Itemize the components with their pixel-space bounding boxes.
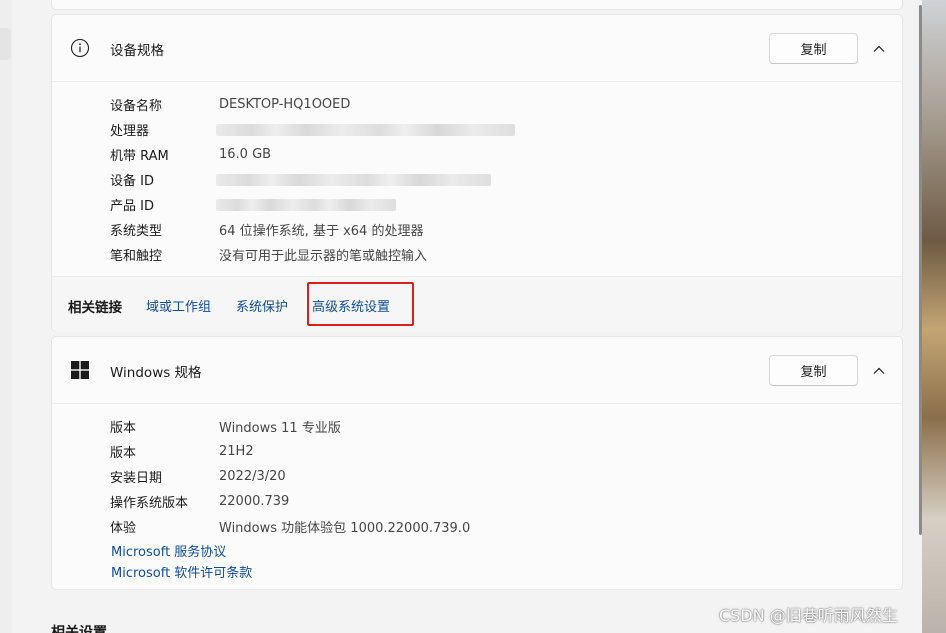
watermark-text: CSDN @旧巷听雨风然生	[719, 606, 898, 625]
redacted-value	[216, 198, 396, 211]
chevron-up-icon[interactable]	[870, 362, 888, 380]
info-icon	[70, 38, 90, 58]
spec-value: 16.0 GB	[219, 147, 272, 162]
microsoft-links: Microsoft 服务协议 Microsoft 软件许可条款	[111, 540, 252, 582]
spec-row-edition: 版本 Windows 11 专业版	[110, 414, 470, 439]
spec-value: DESKTOP-HQ1OOED	[219, 97, 351, 112]
spec-value: 21H2	[219, 444, 254, 459]
redacted-value	[216, 173, 491, 186]
spec-key: 机带 RAM	[110, 149, 169, 164]
spec-row-install-date: 安装日期 2022/3/20	[110, 464, 470, 489]
spec-key: 设备 ID	[110, 174, 154, 189]
previous-card	[51, 0, 903, 10]
highlight-annotation-box	[307, 282, 414, 326]
redacted-value	[216, 123, 515, 136]
nav-pane-edge	[0, 0, 12, 633]
system-protection-link[interactable]: 系统保护	[236, 296, 288, 315]
spec-key: 笔和触控	[110, 249, 163, 264]
spec-row-pen-touch: 笔和触控 没有可用于此显示器的笔或触控输入	[110, 242, 515, 267]
windows-spec-rows: 版本 Windows 11 专业版 版本 21H2 安装日期 2022/3/20…	[110, 414, 470, 539]
microsoft-services-agreement-link[interactable]: Microsoft 服务协议	[111, 540, 252, 561]
microsoft-license-terms-link[interactable]: Microsoft 软件许可条款	[111, 561, 252, 582]
spec-key: 版本	[110, 421, 137, 436]
related-links-bar: 相关链接 域或工作组 系统保护 高级系统设置	[52, 276, 902, 332]
spec-key: 处理器	[110, 124, 150, 139]
chevron-up-icon[interactable]	[870, 40, 888, 58]
spec-key: 版本	[110, 446, 137, 461]
spec-row-version: 版本 21H2	[110, 439, 470, 464]
device-spec-rows: 设备名称 DESKTOP-HQ1OOED 处理器 机带 RAM 16.0 GB …	[110, 92, 515, 267]
spec-key: 产品 ID	[110, 199, 154, 214]
spec-value: 2022/3/20	[219, 469, 286, 484]
copy-windows-spec-button[interactable]: 复制	[769, 355, 858, 386]
spec-row-os-build: 操作系统版本 22000.739	[110, 489, 470, 514]
device-spec-title: 设备规格	[110, 43, 164, 59]
spec-value: Windows 功能体验包 1000.22000.739.0	[219, 521, 471, 536]
nav-selected-indicator	[0, 28, 11, 60]
spec-row-device-name: 设备名称 DESKTOP-HQ1OOED	[110, 92, 515, 117]
windows-spec-header[interactable]: Windows 规格 复制	[52, 337, 902, 404]
spec-value: Windows 11 专业版	[219, 421, 341, 436]
spec-key: 体验	[110, 521, 137, 536]
spec-key: 设备名称	[110, 99, 163, 114]
windows-spec-card: Windows 规格 复制 版本 Windows 11 专业版 版本 21H2 …	[51, 336, 903, 590]
domain-workgroup-link[interactable]: 域或工作组	[146, 296, 211, 315]
spec-row-system-type: 系统类型 64 位操作系统, 基于 x64 的处理器	[110, 217, 515, 242]
spec-row-processor: 处理器	[110, 117, 515, 142]
copy-device-spec-button[interactable]: 复制	[769, 33, 858, 64]
related-links-label: 相关链接	[68, 300, 122, 316]
related-settings-heading: 相关设置	[51, 625, 107, 633]
spec-row-experience: 体验 Windows 功能体验包 1000.22000.739.0	[110, 514, 470, 539]
windows-logo-icon	[71, 361, 89, 379]
desktop-wallpaper-edge	[922, 0, 946, 633]
spec-value: 22000.739	[219, 494, 290, 509]
windows-spec-title: Windows 规格	[110, 365, 202, 381]
spec-row-product-id: 产品 ID	[110, 192, 515, 217]
spec-row-ram: 机带 RAM 16.0 GB	[110, 142, 515, 167]
spec-value: 64 位操作系统, 基于 x64 的处理器	[219, 224, 424, 239]
device-spec-card: 设备规格 复制 设备名称 DESKTOP-HQ1OOED 处理器 机带 RAM …	[51, 14, 903, 332]
spec-value: 没有可用于此显示器的笔或触控输入	[219, 249, 428, 264]
spec-key: 安装日期	[110, 471, 163, 486]
spec-key: 系统类型	[110, 224, 163, 239]
spec-row-device-id: 设备 ID	[110, 167, 515, 192]
spec-key: 操作系统版本	[110, 496, 189, 511]
device-spec-header[interactable]: 设备规格 复制	[52, 15, 902, 82]
